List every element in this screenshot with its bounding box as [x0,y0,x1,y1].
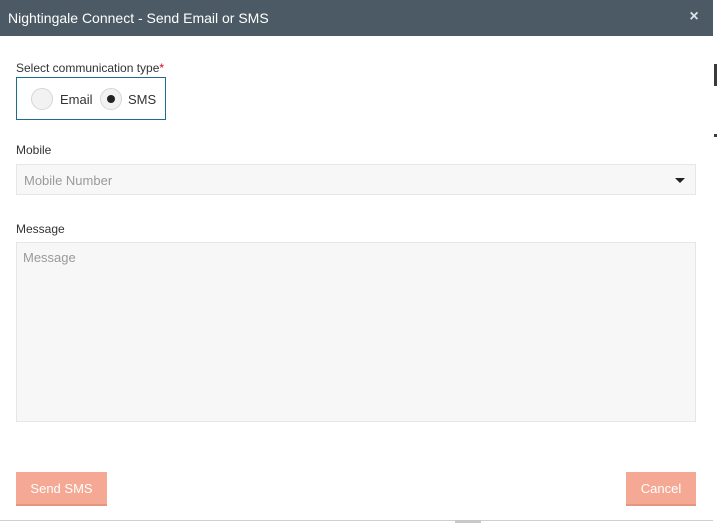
email-radio-label[interactable]: Email [60,92,93,107]
background-window-edge [713,0,717,523]
communication-type-label: Select communication type* [16,61,164,75]
dialog-title: Nightingale Connect - Send Email or SMS [8,10,269,26]
message-label: Message [16,222,65,236]
cancel-button[interactable]: Cancel [626,472,696,506]
caret-down-icon [675,178,685,183]
close-icon[interactable]: × [685,7,703,27]
message-textarea[interactable] [16,242,696,422]
radio-selected-dot-icon [107,95,115,103]
sms-radio[interactable] [100,88,122,110]
mobile-label: Mobile [16,143,52,157]
communication-type-label-text: Select communication type [16,61,160,75]
send-sms-button[interactable]: Send SMS [16,472,107,506]
communication-type-radio-group: Email SMS [16,77,166,120]
sms-radio-label[interactable]: SMS [128,92,156,107]
email-radio[interactable] [31,88,53,110]
required-marker: * [159,61,165,75]
send-email-sms-dialog: Nightingale Connect - Send Email or SMS … [0,0,713,521]
dialog-titlebar: Nightingale Connect - Send Email or SMS … [0,0,713,36]
mobile-number-placeholder: Mobile Number [24,173,113,188]
mobile-number-select[interactable]: Mobile Number [16,164,696,195]
